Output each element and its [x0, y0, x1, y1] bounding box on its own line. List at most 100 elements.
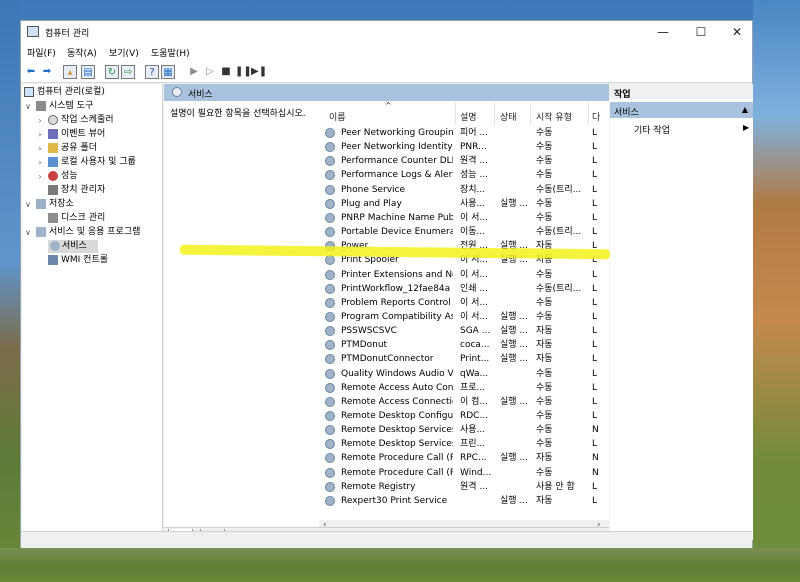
- service-row[interactable]: Remote Procedure Call (RP... RPC... 실행 ...…: [319, 451, 609, 465]
- service-row[interactable]: Performance Counter DLL ... 원격 ... 수동 L: [319, 154, 609, 168]
- service-startup-type: 수동(트리...: [536, 227, 582, 238]
- gear-icon: [50, 241, 60, 251]
- refresh-icon[interactable]: ↻: [105, 65, 119, 79]
- service-row[interactable]: PTMDonut coca... 실행 ... 자동 L: [319, 338, 609, 352]
- service-row[interactable]: Phone Service 장치... 수동(트리... L: [319, 183, 609, 197]
- up-folder-icon[interactable]: ▴: [63, 65, 77, 79]
- submenu-arrow-icon[interactable]: ▶: [743, 123, 749, 132]
- export-list-icon[interactable]: ⇨: [121, 65, 135, 79]
- service-startup-type: 수동(트리...: [536, 283, 582, 294]
- tree-item-system-tools[interactable]: ∨ 시스템 도구: [24, 100, 162, 113]
- tree-item-disk-management[interactable]: 디스크 관리: [36, 212, 162, 225]
- tree-item-services[interactable]: 서비스: [48, 240, 98, 253]
- tree-item-label: 서비스 및 응용 프로그램: [49, 227, 141, 237]
- gear-icon: [325, 396, 335, 407]
- back-arrow-icon[interactable]: ⬅: [24, 65, 38, 79]
- service-row[interactable]: Rexpert30 Print Service 실행 ... 자동 L: [319, 494, 609, 508]
- help-icon[interactable]: ?: [145, 65, 159, 79]
- services-list[interactable]: 이름 ^ 설명 상태 시작 유형 다 Peer Networking Group…: [319, 102, 609, 520]
- collapse-arrow-icon[interactable]: ▲: [742, 105, 748, 114]
- service-startup-type: 자동: [536, 326, 553, 337]
- service-logon: L: [592, 354, 598, 365]
- tree-item-wmi-control[interactable]: WMI 컨트롤: [36, 254, 162, 267]
- expand-chevron-icon[interactable]: ›: [36, 128, 44, 141]
- service-row[interactable]: PTMDonutConnector Print... 실행 ... 자동 L: [319, 352, 609, 366]
- service-row[interactable]: Remote Access Auto Conn... 프로... 수동 L: [319, 381, 609, 395]
- restart-service-icon[interactable]: ▶❚: [251, 65, 267, 79]
- show-hide-tree-icon[interactable]: ▤: [81, 65, 95, 79]
- column-header-logon[interactable]: 다: [592, 110, 600, 123]
- service-status: 실행 ...: [500, 311, 529, 322]
- service-row[interactable]: Remote Desktop Configura... RDC... 수동 L: [319, 409, 609, 423]
- service-description: 이 서...: [460, 297, 489, 308]
- service-row[interactable]: Remote Access Connection... 이 컴... 실행 ... 수…: [319, 395, 609, 409]
- start-service-icon[interactable]: ▶: [187, 65, 201, 79]
- expand-chevron-icon[interactable]: ∨: [24, 198, 32, 211]
- tree-item-task-scheduler[interactable]: › 작업 스케줄러: [36, 114, 162, 127]
- column-header-row: 이름 ^ 설명 상태 시작 유형 다: [319, 102, 609, 124]
- column-header-startup-type[interactable]: 시작 유형: [536, 110, 572, 123]
- column-header-status[interactable]: 상태: [500, 110, 517, 123]
- service-row[interactable]: Remote Registry 원격 ... 사용 안 함 L: [319, 480, 609, 494]
- service-logon: L: [592, 297, 598, 308]
- menu-action[interactable]: 동작(A): [67, 46, 97, 59]
- tree-item-performance[interactable]: › 성능: [36, 170, 162, 183]
- tree-item-root[interactable]: 컴퓨터 관리(로컬): [24, 86, 162, 99]
- tree-item-local-users[interactable]: › 로컬 사용자 및 그룹: [36, 156, 162, 169]
- expand-chevron-icon[interactable]: ›: [36, 156, 44, 169]
- column-header-name[interactable]: 이름: [329, 110, 346, 123]
- service-row[interactable]: Remote Desktop Services 사용... 수동 N: [319, 423, 609, 437]
- toolbar: ⬅ ➡ ▴ ▤ ↻ ⇨ ? ▦ ▶ ▷ ■ ❚❚ ▶❚: [21, 61, 752, 83]
- service-name: Rexpert30 Print Service: [341, 495, 448, 506]
- action-more-actions[interactable]: 기타 작업: [634, 123, 670, 136]
- service-row[interactable]: Printer Extensions and Noti... 이 서... 수동 L: [319, 268, 609, 282]
- service-description: qWa...: [460, 368, 489, 379]
- maximize-button[interactable]: ☐: [683, 21, 719, 43]
- minimize-button[interactable]: —: [645, 21, 681, 43]
- tree-item-event-viewer[interactable]: › 이벤트 뷰어: [36, 128, 162, 141]
- menu-file[interactable]: 파일(F): [27, 46, 56, 59]
- menu-view[interactable]: 보기(V): [109, 46, 139, 59]
- tree-item-storage[interactable]: ∨ 저장소: [24, 198, 162, 211]
- service-row[interactable]: PNRP Machine Name Publi... 이 서... 수동 L: [319, 211, 609, 225]
- service-row[interactable]: Performance Logs & Alerts 성능 ... 수동 L: [319, 168, 609, 182]
- service-name: PNRP Machine Name Publi...: [341, 212, 453, 223]
- service-status: 실행 ...: [500, 495, 529, 506]
- service-row[interactable]: Remote Procedure Call (RP... Wind... 수동 N: [319, 466, 609, 480]
- sort-ascending-icon: ^: [385, 102, 392, 110]
- service-name: Remote Desktop Configura...: [341, 411, 453, 421]
- service-row[interactable]: Problem Reports Control P... 이 서... 수동 L: [319, 296, 609, 310]
- title-bar: 컴퓨터 관리 — ☐ ✕: [21, 21, 752, 43]
- service-row[interactable]: Program Compatibility Assi... 이 서... 실행 ..…: [319, 310, 609, 324]
- service-row[interactable]: PrintWorkflow_12fae84a 인쇄 ... 수동(트리... L: [319, 282, 609, 296]
- service-startup-type: 자동: [536, 495, 553, 506]
- start-alt-icon[interactable]: ▷: [203, 65, 217, 79]
- expand-chevron-icon[interactable]: ›: [36, 114, 44, 127]
- expand-chevron-icon[interactable]: ∨: [24, 100, 32, 113]
- service-logon: L: [592, 184, 598, 195]
- service-row[interactable]: Quality Windows Audio Vi... qWa... 수동 L: [319, 367, 609, 381]
- close-button[interactable]: ✕: [719, 21, 755, 43]
- tree-item-device-manager[interactable]: 장치 관리자: [36, 184, 162, 197]
- forward-arrow-icon[interactable]: ➡: [40, 65, 54, 79]
- service-row[interactable]: Remote Desktop Services ... 프린... 수동 L: [319, 437, 609, 451]
- tree-item-services-apps[interactable]: ∨ 서비스 및 응용 프로그램: [24, 226, 162, 239]
- menu-help[interactable]: 도움말(H): [151, 46, 190, 59]
- stop-service-icon[interactable]: ■: [219, 65, 233, 79]
- expand-chevron-icon[interactable]: ›: [36, 170, 44, 183]
- pause-service-icon[interactable]: ❚❚: [235, 65, 252, 79]
- service-logon: N: [592, 453, 599, 464]
- expand-chevron-icon[interactable]: ∨: [24, 226, 32, 239]
- tree-item-shared-folders[interactable]: › 공유 폴더: [36, 142, 162, 155]
- properties-icon[interactable]: ▦: [161, 65, 175, 79]
- column-header-description[interactable]: 설명: [460, 110, 477, 123]
- expand-chevron-icon[interactable]: ›: [36, 142, 44, 155]
- service-row[interactable]: Peer Networking Identity ... PNR... 수동 L: [319, 140, 609, 154]
- service-row[interactable]: PSSWSCSVC SGA ... 실행 ... 자동 L: [319, 324, 609, 338]
- actions-section-services[interactable]: 서비스 ▲: [610, 102, 753, 118]
- service-row[interactable]: Portable Device Enumerato... 이동... 수동(트리..…: [319, 225, 609, 239]
- service-row[interactable]: Plug and Play 사용... 실행 ... 수동 L: [319, 197, 609, 211]
- service-startup-type: 수동: [536, 439, 553, 450]
- gear-icon: [325, 467, 335, 478]
- service-row[interactable]: Peer Networking Grouping 피어 ... 수동 L: [319, 126, 609, 140]
